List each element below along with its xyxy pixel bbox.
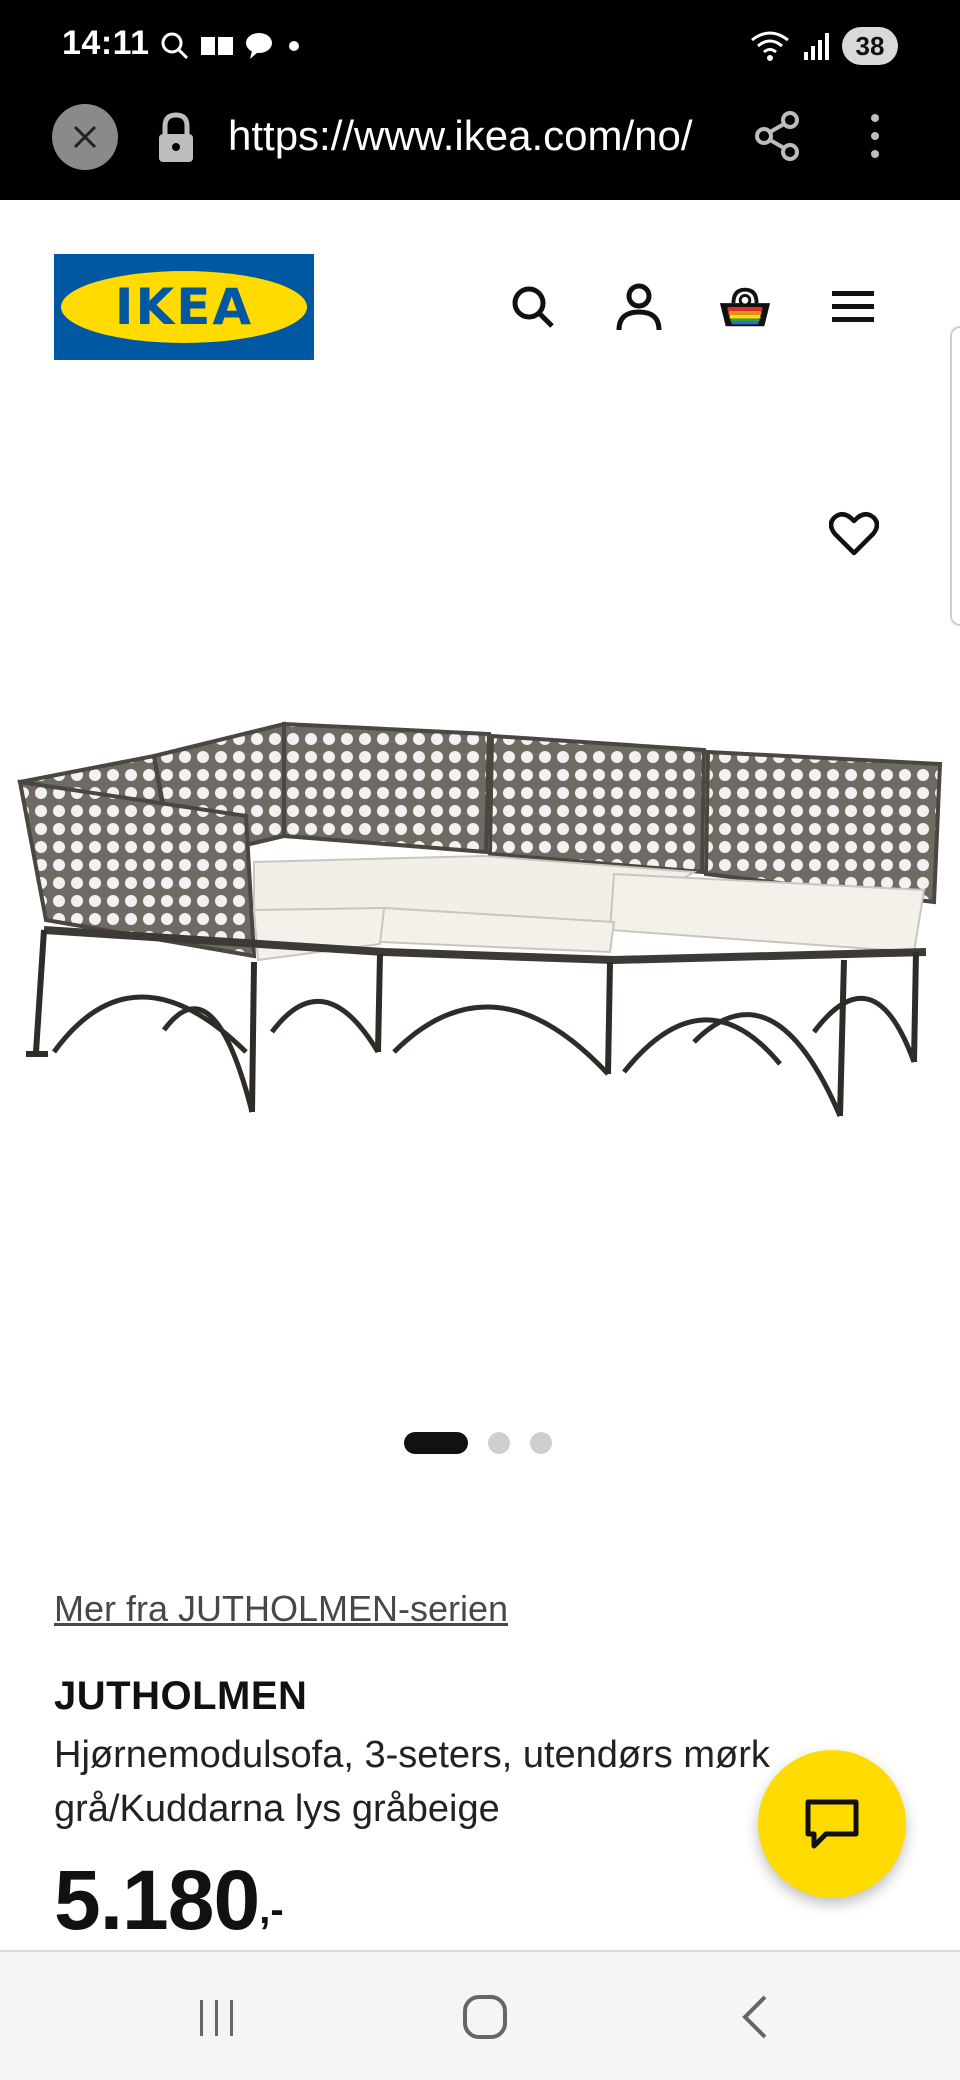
image-pagination xyxy=(404,1432,552,1454)
favorite-button[interactable] xyxy=(824,504,884,564)
battery-icon: 38 xyxy=(842,27,898,65)
close-tab-button[interactable] xyxy=(52,104,118,170)
site-header: IKEA xyxy=(0,200,960,400)
wifi-icon xyxy=(751,31,789,61)
product-price: 5.180 ,- xyxy=(54,1852,284,1949)
menu-button[interactable] xyxy=(826,280,880,334)
more-options-icon[interactable] xyxy=(860,110,890,162)
menu-icon xyxy=(832,291,874,322)
status-bar: 14:11 38 xyxy=(0,0,960,92)
heart-icon xyxy=(829,512,879,556)
ikea-logo[interactable]: IKEA xyxy=(54,254,314,360)
sofa-product-image xyxy=(17,721,943,1117)
price-suffix: ,- xyxy=(259,1888,284,1932)
back-button[interactable] xyxy=(720,1982,790,2052)
home-button[interactable] xyxy=(450,1982,520,2052)
recent-apps-icon xyxy=(200,2000,233,2036)
cart-icon xyxy=(719,287,771,327)
product-image-gallery[interactable] xyxy=(0,400,960,1454)
close-icon xyxy=(73,125,97,149)
chat-button[interactable] xyxy=(758,1750,906,1898)
pagination-dot-1[interactable] xyxy=(404,1432,468,1454)
product-description: Hjørnemodulsofa, 3-seters, utendørs mørk… xyxy=(54,1734,770,1830)
system-nav-bar xyxy=(0,1950,960,2080)
browser-url-bar: https://www.ikea.com/no/ xyxy=(0,92,960,200)
share-icon[interactable] xyxy=(752,110,802,162)
dot-icon xyxy=(289,41,299,51)
pagination-dot-3[interactable] xyxy=(530,1432,552,1454)
logo-text: IKEA xyxy=(114,278,254,336)
logo-oval: IKEA xyxy=(61,271,307,343)
recent-apps-button[interactable] xyxy=(182,1982,252,2052)
product-name: JUTHOLMEN xyxy=(54,1674,308,1718)
chat-bubble-icon xyxy=(246,33,272,59)
system-icons: 38 xyxy=(748,24,898,68)
account-button[interactable] xyxy=(612,280,666,334)
battery-level: 38 xyxy=(855,30,885,61)
chat-icon xyxy=(805,1799,859,1849)
url-field[interactable]: https://www.ikea.com/no/ xyxy=(228,112,714,160)
search-button[interactable] xyxy=(506,280,560,334)
cart-button[interactable] xyxy=(718,280,772,334)
price-value: 5.180 xyxy=(54,1853,260,1947)
messages-icon xyxy=(201,37,233,55)
notification-icons xyxy=(160,28,304,64)
lock-icon xyxy=(159,112,193,162)
status-time: 14:11 xyxy=(62,24,150,62)
search-icon xyxy=(512,286,554,328)
signal-icon xyxy=(804,33,829,60)
home-icon xyxy=(463,1995,507,2039)
account-icon xyxy=(616,283,662,331)
pagination-dot-2[interactable] xyxy=(488,1432,510,1454)
series-link[interactable]: Mer fra JUTHOLMEN-serien xyxy=(54,1588,508,1630)
search-icon xyxy=(161,32,189,60)
back-icon xyxy=(742,1995,767,2039)
